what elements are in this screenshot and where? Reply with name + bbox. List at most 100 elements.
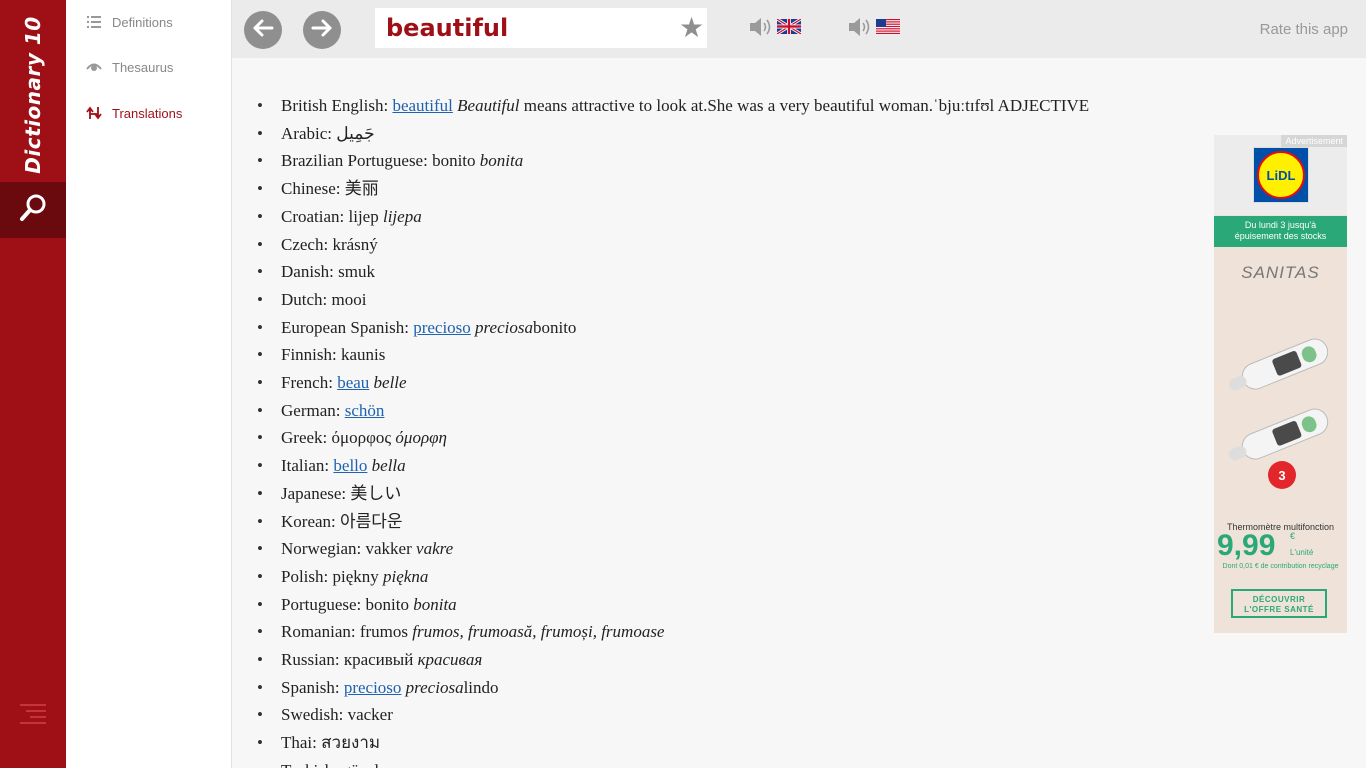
- language-name: Danish:: [281, 262, 339, 282]
- nav-item-definitions[interactable]: Definitions: [86, 10, 173, 34]
- translation-link[interactable]: beautiful: [392, 96, 452, 115]
- translation-item: Korean: 아름다운: [257, 508, 1089, 536]
- translation-item: Chinese: 美丽: [257, 175, 1089, 203]
- translation-item: Norwegian: vakker vakre: [257, 535, 1089, 563]
- list-icon: [86, 14, 102, 30]
- language-name: British English:: [281, 96, 393, 115]
- language-name: Norwegian:: [281, 539, 366, 559]
- translation-text: สวยงาม: [321, 733, 381, 753]
- forward-button[interactable]: [303, 11, 341, 49]
- language-name: Greek:: [281, 428, 332, 448]
- nav-item-thesaurus[interactable]: Thesaurus: [86, 55, 173, 79]
- language-name: Thai:: [281, 733, 322, 753]
- translation-text: frumos: [359, 622, 413, 642]
- translation-text: جَمِيل: [336, 123, 375, 143]
- language-name: Finnish:: [281, 345, 341, 365]
- ad-header: LiDL: [1214, 135, 1347, 215]
- language-name: Turkish:: [281, 761, 342, 768]
- language-name: Dutch:: [281, 289, 332, 309]
- translation-feminine: bonita: [413, 594, 457, 614]
- app-title-text: Dictionary 10: [21, 16, 45, 174]
- ad-cta-button[interactable]: DÉCOUVRIR L'OFFRE SANTÉ: [1231, 589, 1327, 618]
- rate-app-link[interactable]: Rate this app: [1260, 21, 1348, 38]
- menu-icon[interactable]: [18, 702, 48, 728]
- arrow-right-icon: [311, 18, 333, 43]
- ad-cta-line: DÉCOUVRIR: [1252, 595, 1306, 604]
- translation-item: Brazilian Portuguese: bonito bonita: [257, 147, 1089, 175]
- translation-feminine: frumos, frumoasă, frumoși, frumoase: [412, 622, 665, 642]
- translation-item: Croatian: lijep lijepa: [257, 203, 1089, 231]
- language-name: Spanish:: [281, 677, 344, 697]
- translation-item: German: schön: [257, 397, 1089, 425]
- translation-feminine: preciosa: [405, 677, 464, 697]
- translation-feminine: όμορφη: [395, 428, 447, 448]
- translation-item: Finnish: kaunis: [257, 341, 1089, 369]
- translation-item: Portuguese: bonito bonita: [257, 591, 1089, 619]
- translation-item: Japanese: 美しい: [257, 480, 1089, 508]
- language-name: European Spanish:: [281, 317, 414, 337]
- translations-content: British English: beautiful Beautiful mea…: [232, 58, 1366, 768]
- app-title: Dictionary 10: [0, 0, 66, 182]
- translation-text: lijep: [348, 206, 383, 226]
- translation-item: Romanian: frumos frumos, frumoasă, frumo…: [257, 618, 1089, 646]
- ad-contribution: Dont 0,01 € de contribution recyclage: [1222, 563, 1339, 570]
- translation-link[interactable]: beau: [337, 373, 369, 392]
- eye-icon: [86, 59, 102, 75]
- ad-currency: €: [1290, 531, 1296, 541]
- translation-item: Turkish: güzel: [257, 757, 1089, 768]
- translation-item: Polish: piękny piękna: [257, 563, 1089, 591]
- translation-extra: means attractive to look at.She was a ve…: [519, 96, 1090, 115]
- translation-extra: lindo: [463, 677, 499, 697]
- translation-item: British English: beautiful Beautiful mea…: [257, 92, 1090, 120]
- language-name: Romanian:: [281, 622, 360, 642]
- translation-link[interactable]: bello: [333, 456, 367, 475]
- translation-feminine: bella: [371, 456, 406, 476]
- translation-item: Danish: smuk: [257, 258, 1089, 286]
- svg-text:3: 3: [1278, 468, 1285, 483]
- search-nav-button[interactable]: [0, 182, 66, 238]
- advertisement-banner[interactable]: LiDL Advertisement Du lundi 3 jusqu'à ép…: [1214, 135, 1347, 633]
- translation-link[interactable]: precioso: [413, 318, 471, 337]
- side-nav: Definitions Thesaurus Translations: [66, 0, 232, 768]
- translation-item: Dutch: mooi: [257, 286, 1089, 314]
- ad-band-line: Du lundi 3 jusqu'à: [1244, 220, 1317, 230]
- translation-text: vakker: [365, 539, 417, 559]
- language-name: Chinese:: [281, 179, 345, 199]
- translation-feminine: piękna: [383, 566, 429, 586]
- speaker-icon: [748, 16, 774, 43]
- translation-link[interactable]: precioso: [344, 678, 402, 697]
- us-pronunciation-button[interactable]: [847, 17, 900, 41]
- ad-date-band: Du lundi 3 jusqu'à épuisement des stocks: [1214, 216, 1347, 247]
- translation-link[interactable]: schön: [345, 401, 385, 420]
- translation-text: όμορφος: [331, 428, 396, 448]
- translation-item: Russian: красивый красивая: [257, 646, 1089, 674]
- translation-text: mooi: [331, 289, 367, 309]
- translation-item: Greek: όμορφος όμορφη: [257, 424, 1089, 452]
- back-button[interactable]: [244, 11, 282, 49]
- language-name: Arabic:: [281, 123, 337, 143]
- us-flag-icon: [876, 19, 900, 39]
- arrow-left-icon: [252, 18, 274, 43]
- language-name: Portuguese:: [281, 594, 366, 614]
- translation-item: Italian: bello bella: [257, 452, 1089, 480]
- translation-text: piękny: [332, 566, 384, 586]
- search-input[interactable]: [375, 8, 676, 48]
- translation-feminine: belle: [373, 373, 407, 393]
- translation-text: güzel: [342, 761, 379, 768]
- app-rail: Dictionary 10: [0, 0, 66, 768]
- translation-feminine: vakre: [416, 539, 454, 559]
- translation-item: Spanish: precioso preciosalindo: [257, 674, 1089, 702]
- lidl-logo: LiDL: [1253, 147, 1309, 203]
- language-name: Swedish:: [281, 705, 348, 725]
- language-name: Polish:: [281, 566, 333, 586]
- translation-text: красивый: [343, 650, 418, 670]
- translation-item: Arabic: جَمِيل: [257, 120, 1089, 148]
- speaker-icon: [847, 16, 873, 43]
- star-icon[interactable]: ★: [679, 14, 707, 42]
- lidl-logo-text: LiDL: [1257, 151, 1305, 199]
- uk-pronunciation-button[interactable]: [748, 16, 802, 43]
- nav-item-translations[interactable]: Translations: [86, 101, 182, 125]
- translation-item: French: beau belle: [257, 369, 1089, 397]
- language-name: Japanese:: [281, 483, 351, 503]
- ad-product-brand: SANITAS: [1241, 263, 1320, 282]
